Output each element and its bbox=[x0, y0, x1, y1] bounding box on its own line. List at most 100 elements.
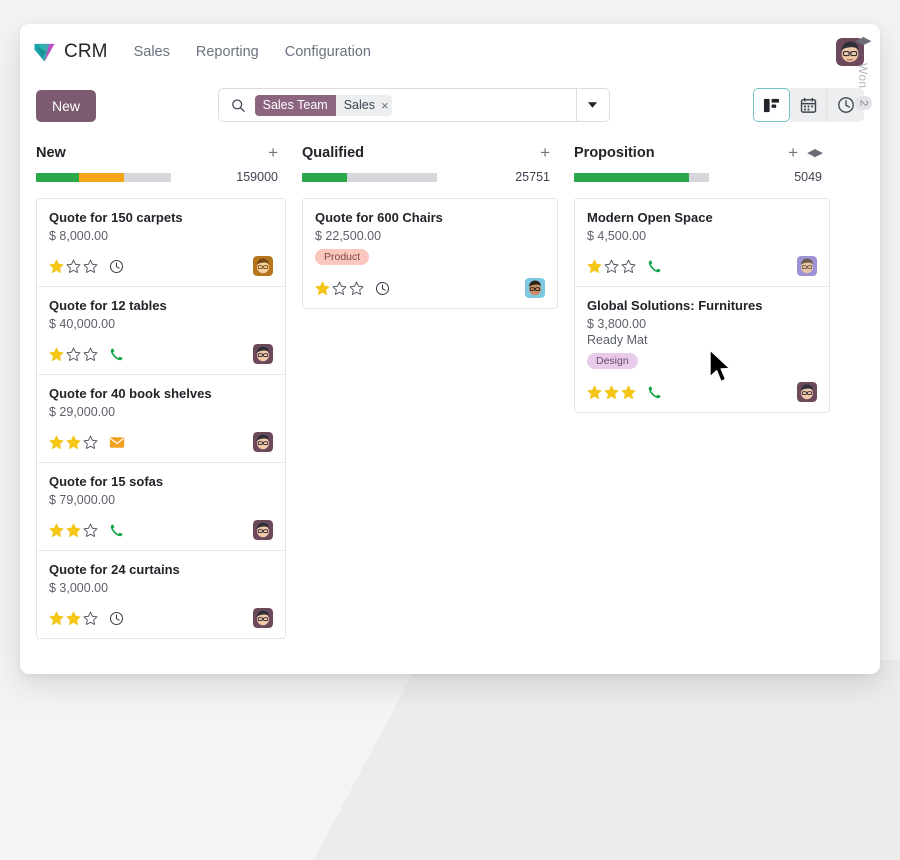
kanban-column: Qualified + 25751 Quote for 600 Chairs $… bbox=[292, 138, 564, 674]
star-empty-icon[interactable] bbox=[349, 281, 364, 296]
card-title: Quote for 12 tables bbox=[49, 298, 273, 313]
card-footer bbox=[587, 382, 817, 402]
nav-item-sales[interactable]: Sales bbox=[134, 44, 170, 60]
star-filled-icon[interactable] bbox=[587, 259, 602, 274]
card-footer bbox=[49, 344, 273, 364]
column-actions: + bbox=[268, 144, 278, 161]
search-bar[interactable]: Sales Team Sales × bbox=[218, 88, 610, 122]
star-filled-icon[interactable] bbox=[66, 611, 81, 626]
star-empty-icon[interactable] bbox=[83, 435, 98, 450]
column-count[interactable]: 25751 bbox=[515, 170, 550, 184]
star-filled-icon[interactable] bbox=[604, 385, 619, 400]
nav-item-configuration[interactable]: Configuration bbox=[285, 44, 371, 60]
star-filled-icon[interactable] bbox=[315, 281, 330, 296]
star-empty-icon[interactable] bbox=[604, 259, 619, 274]
star-empty-icon[interactable] bbox=[83, 611, 98, 626]
search-dropdown-toggle[interactable] bbox=[576, 89, 609, 121]
kanban-card[interactable]: Quote for 40 book shelves $ 29,000.00 bbox=[37, 375, 285, 463]
card-activity-icon[interactable] bbox=[109, 347, 124, 362]
clock-icon[interactable] bbox=[109, 611, 124, 626]
clock-icon[interactable] bbox=[375, 281, 390, 296]
card-priority-stars[interactable] bbox=[49, 347, 98, 362]
search-facet[interactable]: Sales Team Sales × bbox=[255, 95, 392, 116]
column-header: New + 159000 bbox=[36, 138, 286, 184]
card-activity-icon[interactable] bbox=[109, 523, 124, 538]
clock-icon[interactable] bbox=[109, 259, 124, 274]
star-filled-icon[interactable] bbox=[66, 523, 81, 538]
kanban-card[interactable]: Quote for 150 carpets $ 8,000.00 bbox=[37, 199, 285, 287]
folded-column-won[interactable]: ◀▶ Won 2 bbox=[846, 24, 880, 674]
phone-icon[interactable] bbox=[109, 347, 124, 362]
star-filled-icon[interactable] bbox=[49, 523, 64, 538]
card-activity-icon[interactable] bbox=[109, 435, 125, 450]
column-add-icon[interactable]: + bbox=[540, 144, 550, 161]
card-priority-activity bbox=[49, 611, 124, 626]
phone-icon[interactable] bbox=[109, 523, 124, 538]
star-empty-icon[interactable] bbox=[621, 259, 636, 274]
progress-segment[interactable] bbox=[36, 173, 79, 182]
card-activity-icon[interactable] bbox=[647, 259, 662, 274]
column-header: Qualified + 25751 bbox=[302, 138, 558, 184]
star-filled-icon[interactable] bbox=[587, 385, 602, 400]
star-filled-icon[interactable] bbox=[49, 259, 64, 274]
column-add-icon[interactable]: + bbox=[268, 144, 278, 161]
column-add-icon[interactable]: + bbox=[788, 144, 798, 161]
progress-segment[interactable] bbox=[574, 173, 689, 182]
card-priority-stars[interactable] bbox=[587, 259, 636, 274]
card-priority-stars[interactable] bbox=[315, 281, 364, 296]
star-empty-icon[interactable] bbox=[66, 259, 81, 274]
star-filled-icon[interactable] bbox=[621, 385, 636, 400]
card-activity-icon[interactable] bbox=[375, 281, 390, 296]
phone-icon[interactable] bbox=[647, 259, 662, 274]
nav-item-reporting[interactable]: Reporting bbox=[196, 44, 259, 60]
card-title: Quote for 15 sofas bbox=[49, 474, 273, 489]
card-priority-stars[interactable] bbox=[49, 523, 98, 538]
progress-segment[interactable] bbox=[124, 173, 171, 182]
column-fold-arrows-icon[interactable]: ◀▶ bbox=[807, 146, 822, 159]
card-priority-stars[interactable] bbox=[587, 385, 636, 400]
star-empty-icon[interactable] bbox=[66, 347, 81, 362]
star-empty-icon[interactable] bbox=[83, 347, 98, 362]
progress-segment[interactable] bbox=[79, 173, 124, 182]
card-priority-stars[interactable] bbox=[49, 259, 98, 274]
card-activity-icon[interactable] bbox=[109, 611, 124, 626]
progress-segment[interactable] bbox=[302, 173, 347, 182]
facet-remove-icon[interactable]: × bbox=[381, 99, 389, 112]
card-priority-stars[interactable] bbox=[49, 611, 98, 626]
star-empty-icon[interactable] bbox=[332, 281, 347, 296]
card-tag[interactable]: Product bbox=[315, 249, 369, 265]
kanban-card[interactable]: Modern Open Space $ 4,500.00 bbox=[575, 199, 829, 287]
card-title: Quote for 150 carpets bbox=[49, 210, 273, 225]
column-count[interactable]: 5049 bbox=[794, 170, 822, 184]
search-input[interactable] bbox=[392, 98, 576, 113]
progress-segment[interactable] bbox=[689, 173, 709, 182]
view-kanban-button[interactable] bbox=[753, 88, 790, 122]
card-activity-icon[interactable] bbox=[109, 259, 124, 274]
phone-icon[interactable] bbox=[647, 385, 662, 400]
kanban-card[interactable]: Global Solutions: Furnitures $ 3,800.00 … bbox=[575, 287, 829, 412]
progress-segment[interactable] bbox=[347, 173, 437, 182]
card-priority-activity bbox=[49, 435, 125, 450]
new-button[interactable]: New bbox=[36, 90, 96, 122]
envelope-icon[interactable] bbox=[109, 435, 125, 450]
star-empty-icon[interactable] bbox=[83, 259, 98, 274]
brand[interactable]: CRM bbox=[33, 41, 108, 63]
card-tag[interactable]: Design bbox=[587, 353, 638, 369]
kanban-card[interactable]: Quote for 15 sofas $ 79,000.00 bbox=[37, 463, 285, 551]
column-count[interactable]: 159000 bbox=[236, 170, 278, 184]
view-calendar-button[interactable] bbox=[790, 88, 827, 122]
star-filled-icon[interactable] bbox=[66, 435, 81, 450]
star-filled-icon[interactable] bbox=[49, 611, 64, 626]
fold-arrows-icon[interactable]: ◀▶ bbox=[856, 34, 871, 47]
star-filled-icon[interactable] bbox=[49, 435, 64, 450]
card-amount: $ 4,500.00 bbox=[587, 229, 817, 243]
star-filled-icon[interactable] bbox=[49, 347, 64, 362]
card-priority-stars[interactable] bbox=[49, 435, 98, 450]
kanban-card[interactable]: Quote for 12 tables $ 40,000.00 bbox=[37, 287, 285, 375]
column-card-stack: Quote for 150 carpets $ 8,000.00 Quote f… bbox=[36, 198, 286, 639]
kanban-card[interactable]: Quote for 24 curtains $ 3,000.00 bbox=[37, 551, 285, 638]
column-title: New bbox=[36, 145, 66, 161]
star-empty-icon[interactable] bbox=[83, 523, 98, 538]
kanban-card[interactable]: Quote for 600 Chairs $ 22,500.00 Product bbox=[303, 199, 557, 308]
card-activity-icon[interactable] bbox=[647, 385, 662, 400]
